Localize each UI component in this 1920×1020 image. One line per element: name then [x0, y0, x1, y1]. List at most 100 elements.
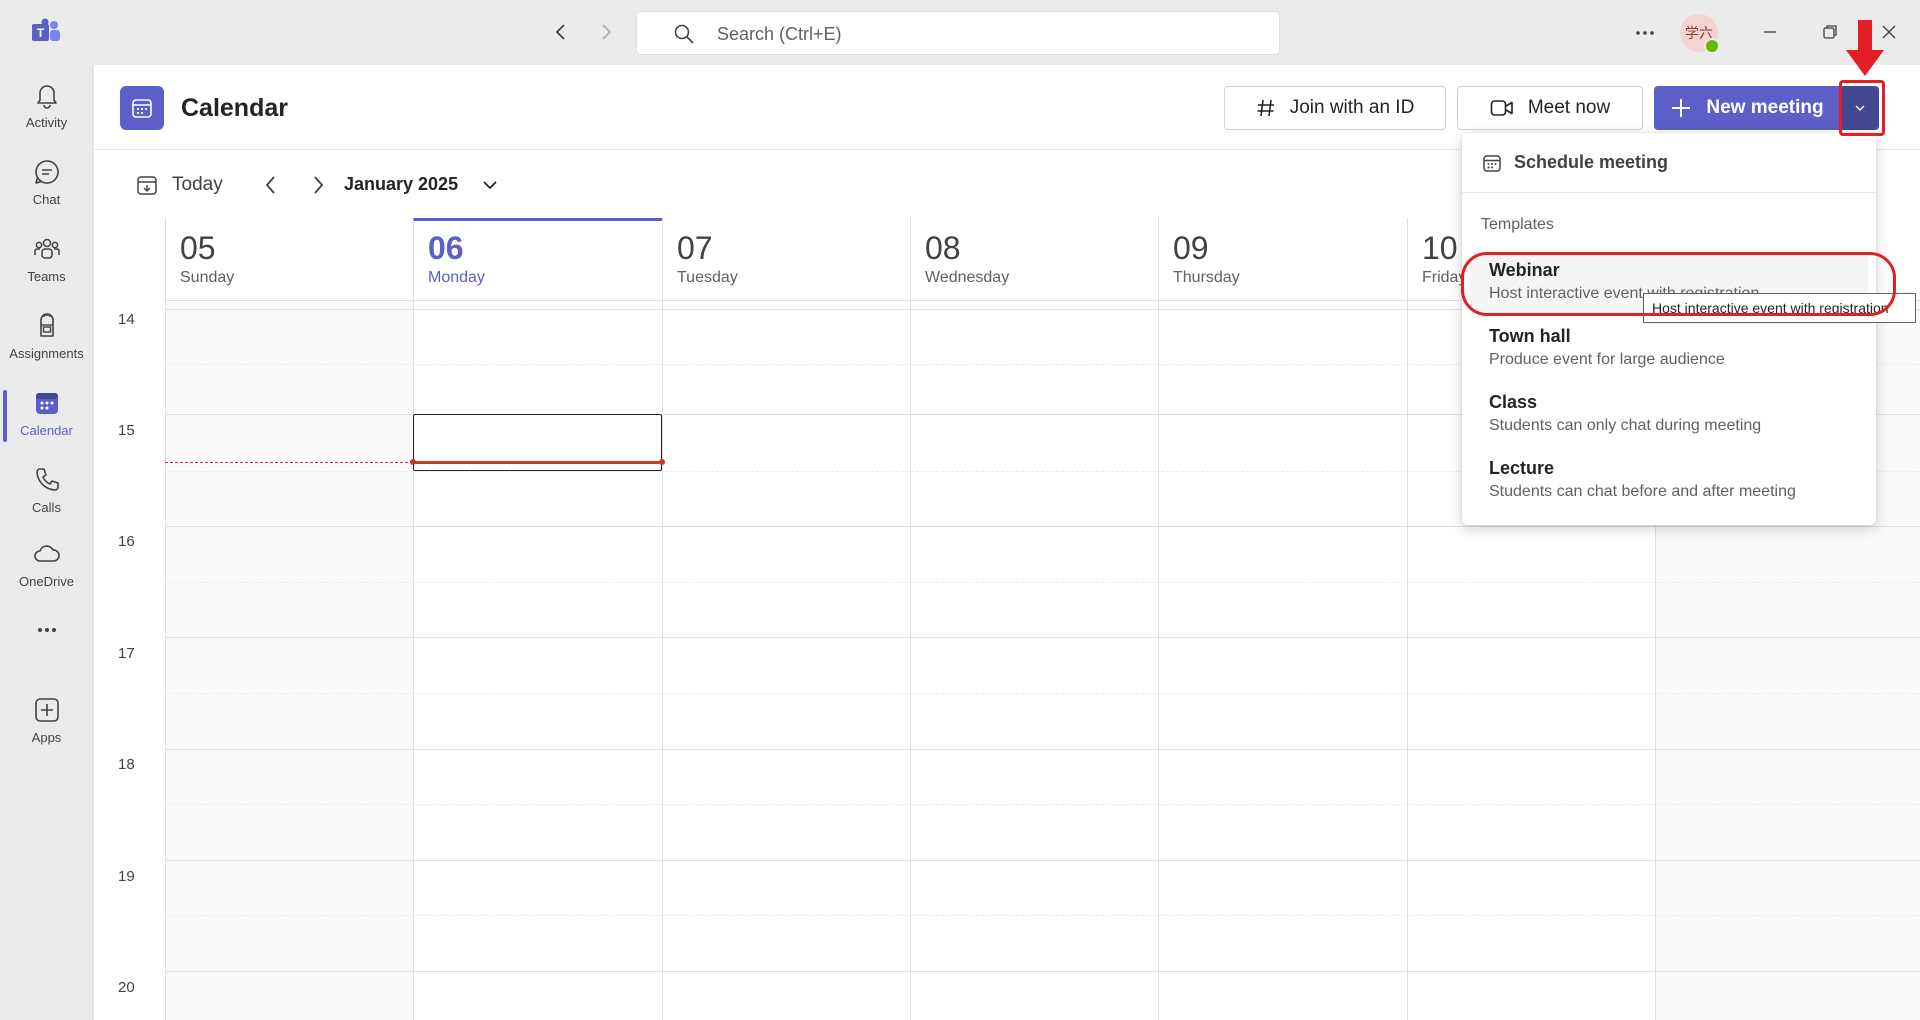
half-hour-line: [165, 804, 1920, 805]
rail-item-activity[interactable]: Activity: [0, 70, 93, 140]
avatar[interactable]: 学六: [1680, 14, 1720, 54]
schedule-meeting-label: Schedule meeting: [1514, 152, 1669, 172]
close-icon[interactable]: [1877, 20, 1901, 44]
forward-arrow-icon[interactable]: [594, 20, 618, 44]
day-number: 08: [925, 230, 961, 266]
day-number: 06: [428, 230, 464, 266]
hour-line: [165, 637, 1920, 638]
svg-text:T: T: [37, 26, 45, 40]
template-title: Webinar: [1489, 260, 1560, 280]
current-time-line-today: [413, 461, 662, 464]
today-button[interactable]: Today: [136, 170, 223, 200]
chevron-down-icon[interactable]: [479, 174, 501, 196]
template-title: Class: [1489, 392, 1538, 412]
rail-label: Teams: [27, 269, 66, 284]
rail-item-assignments[interactable]: Assignments: [0, 301, 93, 371]
next-week-icon[interactable]: [305, 172, 331, 198]
meet-now-button[interactable]: Meet now: [1457, 86, 1643, 130]
new-meeting-button[interactable]: New meeting: [1654, 86, 1840, 130]
page-title: Calendar: [181, 94, 288, 122]
rail-item-chat[interactable]: Chat: [0, 147, 93, 217]
rail-item-more[interactable]: [0, 605, 93, 675]
day-header[interactable]: 09 Thursday: [1158, 218, 1407, 301]
template-lecture[interactable]: Lecture Students can chat before and aft…: [1470, 451, 1868, 511]
phone-icon: [35, 468, 59, 491]
teams-icon: [33, 238, 60, 259]
day-name: Sunday: [180, 269, 235, 286]
day-divider: [910, 301, 911, 1020]
cloud-icon: [33, 545, 60, 562]
day-header[interactable]: 07 Tuesday: [662, 218, 910, 301]
day-header-today[interactable]: 06 Monday: [413, 218, 662, 301]
template-title: Town hall: [1489, 326, 1571, 346]
rail-label: Apps: [31, 730, 62, 745]
time-column: 14 15 16 17 18 19 20: [94, 301, 165, 1020]
backpack-icon: [39, 313, 54, 337]
day-number: 09: [1173, 230, 1209, 266]
rail-item-calls[interactable]: Calls: [0, 455, 93, 525]
more-options-icon[interactable]: [1630, 18, 1660, 48]
hour-label: 20: [118, 979, 135, 996]
back-arrow-icon[interactable]: [549, 20, 573, 44]
today-label: Today: [172, 174, 223, 195]
search-box[interactable]: [636, 11, 1280, 55]
calendar-icon: [35, 393, 58, 414]
previous-week-icon[interactable]: [258, 172, 284, 198]
template-town-hall[interactable]: Town hall Produce event for large audien…: [1470, 319, 1868, 379]
presence-available-icon: [1704, 38, 1720, 54]
hour-label: 18: [118, 756, 135, 773]
bell-icon: [36, 85, 57, 109]
weekend-shade: [165, 301, 413, 1020]
rail-label: Calls: [32, 500, 61, 515]
rail-label: Activity: [25, 115, 68, 130]
add-app-icon: [34, 698, 59, 722]
tooltip: Host interactive event with registration: [1643, 293, 1916, 323]
day-header[interactable]: 05 Sunday: [165, 218, 413, 301]
hash-icon: [1257, 99, 1274, 117]
current-time-dot: [410, 459, 416, 465]
hour-label: 14: [118, 311, 135, 328]
new-meeting-dropdown-button[interactable]: [1841, 86, 1879, 130]
calendar-icon: [1483, 154, 1501, 172]
minimize-icon[interactable]: [1758, 20, 1782, 44]
rail-label: Chat: [32, 192, 61, 207]
teams-logo-icon[interactable]: T: [30, 18, 62, 46]
plus-icon: [1672, 99, 1691, 117]
calendar-app-icon: [120, 86, 164, 130]
rail-item-teams[interactable]: Teams: [0, 224, 93, 294]
day-name: Thursday: [1173, 269, 1240, 286]
join-with-id-button[interactable]: Join with an ID: [1224, 86, 1446, 130]
rail-item-apps[interactable]: Apps: [0, 685, 93, 755]
hour-line: [165, 971, 1920, 972]
title-bar: T 学六: [0, 0, 1920, 65]
rail-label: Calendar: [20, 423, 73, 438]
schedule-meeting-item[interactable]: Schedule meeting: [1462, 133, 1876, 193]
join-with-id-label: Join with an ID: [1289, 97, 1415, 118]
template-description: Students can only chat during meeting: [1489, 417, 1762, 434]
day-name: Wednesday: [925, 269, 1010, 286]
template-title: Lecture: [1489, 458, 1555, 478]
hour-label: 19: [118, 868, 135, 885]
hour-label: 16: [118, 533, 135, 550]
search-input[interactable]: [717, 20, 1257, 48]
restore-icon[interactable]: [1818, 20, 1842, 44]
half-hour-line: [165, 693, 1920, 694]
new-meeting-label: New meeting: [1706, 97, 1824, 118]
day-name: Monday: [428, 269, 485, 286]
half-hour-line: [165, 582, 1920, 583]
current-time-line: [165, 462, 413, 463]
day-divider: [165, 301, 166, 1020]
day-divider: [413, 301, 414, 1020]
template-class[interactable]: Class Students can only chat during meet…: [1470, 385, 1868, 445]
hour-line: [165, 749, 1920, 750]
hour-label: 17: [118, 645, 135, 662]
meet-now-label: Meet now: [1527, 97, 1611, 118]
rail-item-onedrive[interactable]: OneDrive: [0, 529, 93, 599]
video-camera-icon: [1490, 100, 1513, 116]
hour-label: 15: [118, 422, 135, 439]
day-divider: [662, 301, 663, 1020]
rail-item-calendar[interactable]: Calendar: [0, 378, 93, 448]
day-header[interactable]: 08 Wednesday: [910, 218, 1158, 301]
day-number: 07: [677, 230, 713, 266]
month-label[interactable]: January 2025: [344, 174, 458, 195]
